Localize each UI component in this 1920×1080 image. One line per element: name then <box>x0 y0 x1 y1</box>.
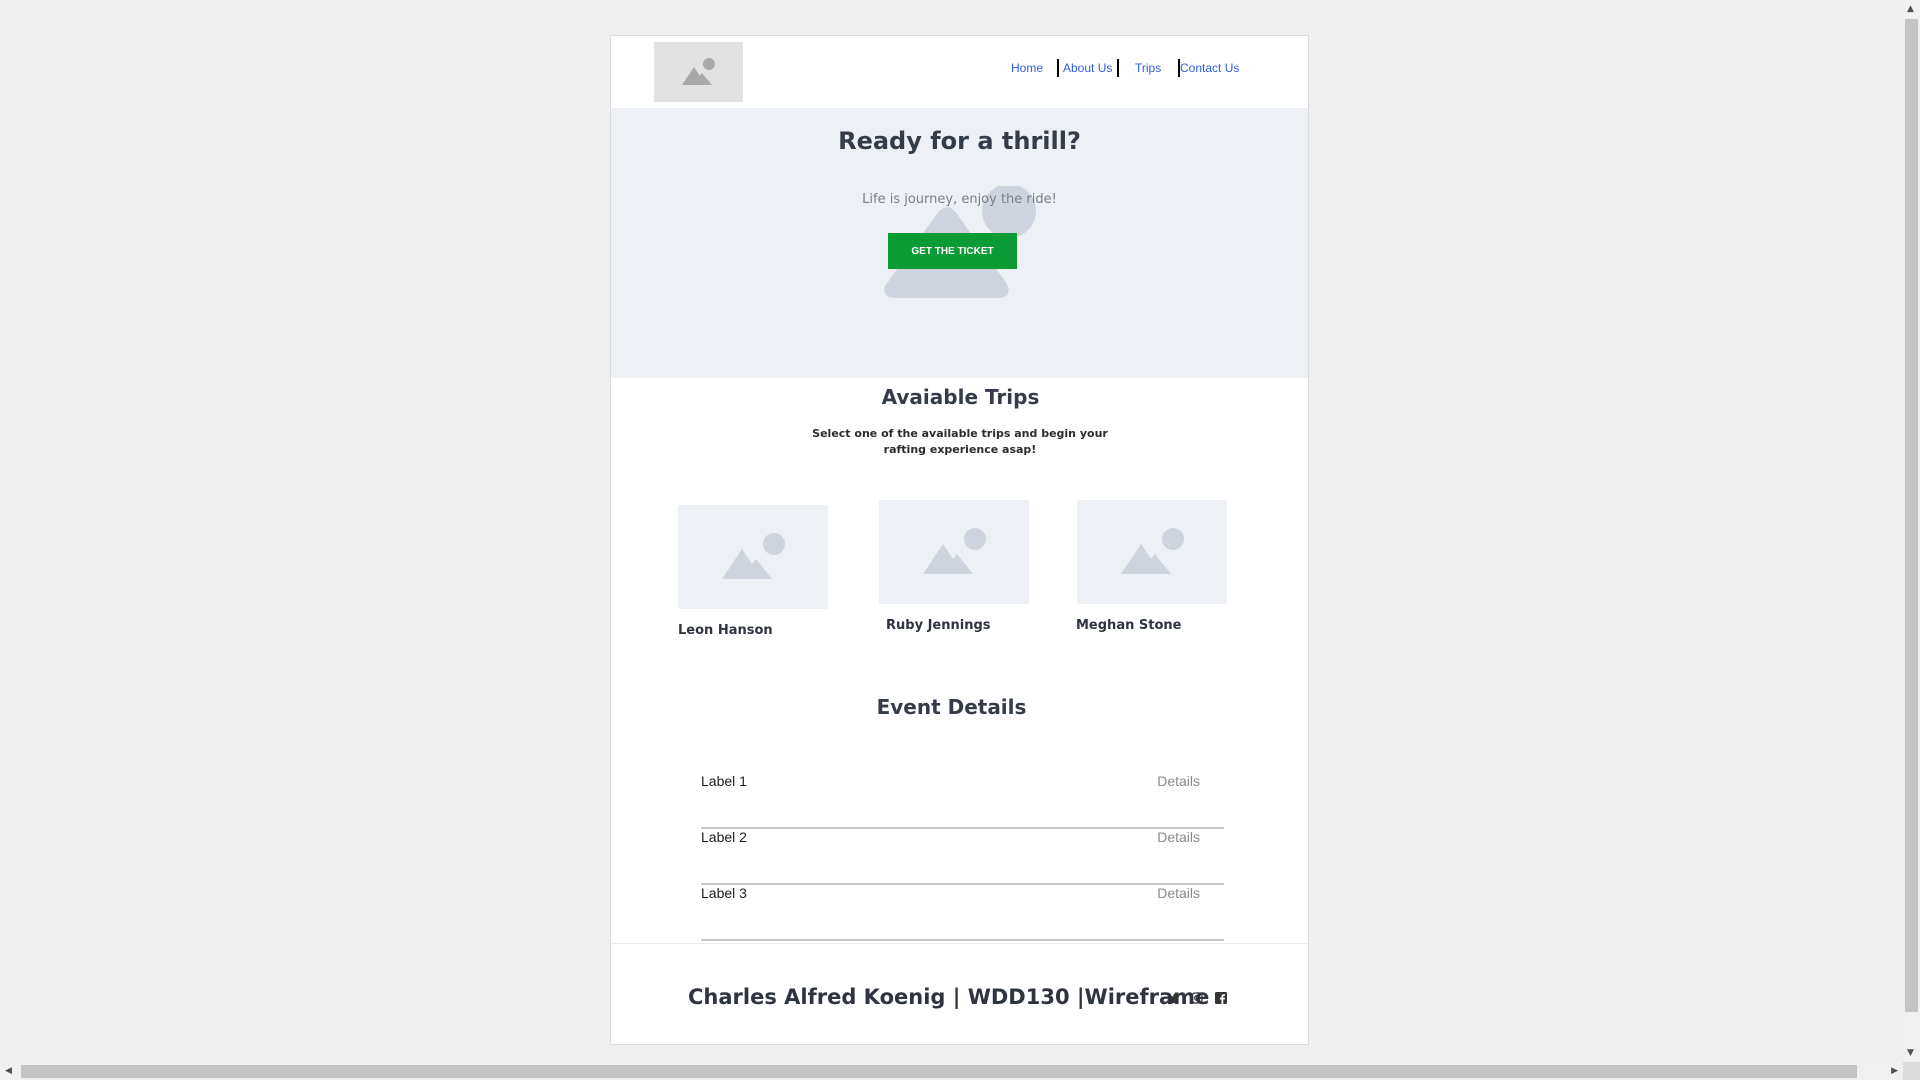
footer-divider <box>611 943 1308 944</box>
trips-title: Avaiable Trips <box>881 385 1040 409</box>
trip-card-name: Ruby Jennings <box>886 618 991 633</box>
trip-card[interactable]: Leon Hanson <box>678 505 828 638</box>
trip-card[interactable]: Meghan Stone <box>1076 500 1227 633</box>
instagram-icon[interactable] <box>1189 990 1205 1006</box>
get-ticket-button[interactable]: GET THE TICKET <box>888 233 1017 269</box>
facebook-icon[interactable] <box>1213 990 1229 1006</box>
scroll-left-arrow-icon[interactable]: ◀ <box>5 1066 12 1076</box>
events-title: Event Details <box>876 695 1027 719</box>
trip-image-placeholder <box>678 505 828 609</box>
event-details-link[interactable]: Details <box>1157 829 1200 845</box>
event-label: Label 1 <box>701 773 747 789</box>
scroll-right-arrow-icon[interactable]: ▶ <box>1891 1066 1898 1076</box>
horizontal-scroll-thumb[interactable] <box>21 1065 1857 1078</box>
trip-image-placeholder <box>879 500 1029 604</box>
image-placeholder-icon <box>681 58 715 85</box>
image-placeholder-icon <box>923 528 986 574</box>
event-row: Label 1 Details <box>701 773 1224 829</box>
event-details-link[interactable]: Details <box>1157 773 1200 789</box>
event-label: Label 3 <box>701 885 747 901</box>
horizontal-scrollbar[interactable]: ◀ ▶ <box>0 1062 1903 1080</box>
hero-subtitle: Life is journey, enjoy the ride! <box>862 192 1057 207</box>
hero-section: Ready for a thrill? Life is journey, enj… <box>611 108 1308 378</box>
vertical-scroll-thumb[interactable] <box>1905 19 1918 1012</box>
event-row: Label 2 Details <box>701 829 1224 885</box>
trip-card-name: Meghan Stone <box>1076 618 1182 633</box>
event-row: Label 3 Details <box>701 885 1224 941</box>
nav-contact-link[interactable]: Contact Us <box>1180 61 1239 75</box>
events-list: Label 1 Details Label 2 Details Label 3 … <box>701 773 1224 941</box>
event-details-link[interactable]: Details <box>1157 885 1200 901</box>
nav-divider <box>1117 59 1119 77</box>
image-placeholder-icon <box>1121 528 1184 574</box>
twitter-icon[interactable] <box>1165 990 1181 1006</box>
vertical-scrollbar[interactable]: ▲ ▼ <box>1903 0 1920 1062</box>
trip-card-name: Leon Hanson <box>678 623 773 638</box>
nav-divider <box>1057 59 1059 77</box>
nav-trips-link[interactable]: Trips <box>1135 61 1161 75</box>
trip-image-placeholder <box>1077 500 1227 604</box>
hero-title: Ready for a thrill? <box>838 127 1081 155</box>
nav-home-link[interactable]: Home <box>1011 61 1043 75</box>
scroll-down-arrow-icon[interactable]: ▼ <box>1907 1048 1914 1058</box>
logo-placeholder[interactable] <box>654 42 743 102</box>
nav-about-link[interactable]: About Us <box>1063 61 1112 75</box>
page-container: Home About Us Trips Contact Us Ready for… <box>610 35 1309 1045</box>
trip-card[interactable]: Ruby Jennings <box>879 500 1029 633</box>
image-placeholder-icon <box>722 533 785 579</box>
scrollbar-corner <box>1903 1062 1920 1080</box>
footer-text: Charles Alfred Koenig | WDD130 |Wirefram… <box>688 985 1210 1009</box>
scroll-up-arrow-icon[interactable]: ▲ <box>1907 4 1914 14</box>
event-label: Label 2 <box>701 829 747 845</box>
trips-subtitle: Select one of the available trips and be… <box>812 427 1108 456</box>
